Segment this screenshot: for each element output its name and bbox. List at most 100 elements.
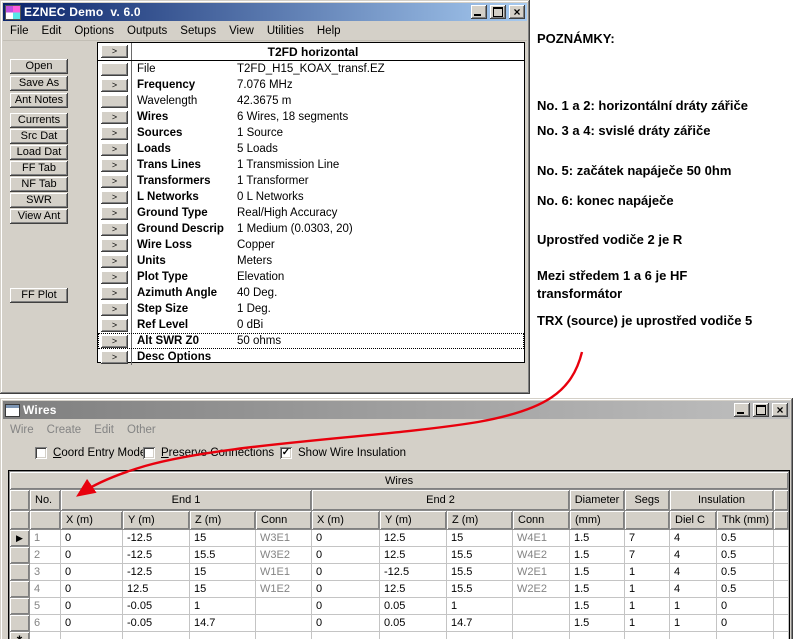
wires-menu-item-other[interactable]: Other (127, 424, 156, 436)
cell-diameter[interactable]: 1.5 (570, 598, 625, 615)
cell-end2-y[interactable]: -12.5 (380, 564, 447, 581)
cell-thk[interactable]: 0.5 (717, 547, 774, 564)
cell-end1-z[interactable]: 15 (190, 564, 256, 581)
wire-row-6[interactable]: 60-0.0514.700.0514.71.5110 (10, 615, 789, 632)
cell-segs[interactable]: 7 (625, 547, 670, 564)
wires-menu-item-wire[interactable]: Wire (10, 424, 34, 436)
cell-end2-x[interactable]: 0 (312, 530, 380, 547)
cell-segs[interactable]: 1 (625, 598, 670, 615)
expand-row-button[interactable]: > (101, 207, 128, 220)
cell-end2-conn[interactable]: W4E1 (513, 530, 570, 547)
header-expand-button[interactable]: > (101, 45, 128, 58)
cell-end1-y[interactable]: -12.5 (123, 530, 190, 547)
cell-diameter[interactable]: 1.5 (570, 530, 625, 547)
checkbox-coord-entry-mode[interactable]: Coord Entry Mode (35, 445, 146, 461)
row-selector[interactable] (10, 547, 30, 564)
wire-row-1[interactable]: ▶10-12.515W3E1012.515W4E11.5740.5 (10, 530, 789, 547)
cell-end2-x[interactable]: 0 (312, 598, 380, 615)
expand-row-button[interactable]: > (101, 303, 128, 316)
cell-end2-x[interactable]: 0 (312, 564, 380, 581)
cell-end2-z[interactable]: 15.5 (447, 547, 513, 564)
sidebar-button-ant-notes[interactable]: Ant Notes (10, 93, 68, 108)
cell-end1-y[interactable]: -0.05 (123, 615, 190, 632)
sidebar-button-open[interactable]: Open (10, 59, 68, 74)
cell-end1-y[interactable]: 12.5 (123, 581, 190, 598)
wire-row-5[interactable]: 50-0.05100.0511.5110 (10, 598, 789, 615)
cell-end1-conn[interactable]: W1E1 (256, 564, 312, 581)
row-selector[interactable] (10, 564, 30, 581)
cell-thk[interactable]: 0 (717, 598, 774, 615)
menu-item-file[interactable]: File (10, 25, 29, 37)
wires-menu-item-edit[interactable]: Edit (94, 424, 114, 436)
cell-end2-conn[interactable]: W4E2 (513, 547, 570, 564)
cell-end1-y[interactable]: -0.05 (123, 598, 190, 615)
cell-diameter[interactable]: 1.5 (570, 615, 625, 632)
menu-item-edit[interactable]: Edit (42, 25, 62, 37)
wires-close-button[interactable]: × (772, 403, 788, 417)
cell-diameter[interactable]: 1.5 (570, 581, 625, 598)
cell-segs[interactable]: 1 (625, 615, 670, 632)
close-button[interactable]: × (509, 5, 525, 19)
sidebar-button-swr[interactable]: SWR (10, 193, 68, 208)
cell-diel-c[interactable]: 4 (670, 564, 717, 581)
cell-end1-z[interactable]: 15 (190, 581, 256, 598)
cell-end2-z[interactable]: 15 (447, 530, 513, 547)
wire-row-4[interactable]: 4012.515W1E2012.515.5W2E21.5140.5 (10, 581, 789, 598)
row-selector[interactable] (10, 615, 30, 632)
menu-item-utilities[interactable]: Utilities (267, 25, 304, 37)
cell-thk[interactable]: 0 (717, 615, 774, 632)
wires-minimize-button[interactable] (734, 403, 750, 417)
cell-end1-z[interactable]: 15.5 (190, 547, 256, 564)
cell-diel-c[interactable]: 4 (670, 547, 717, 564)
new-row-selector[interactable]: * (10, 632, 30, 639)
cell-spare[interactable] (774, 615, 789, 632)
checkbox-show-wire-insulation[interactable]: ✓Show Wire Insulation (280, 445, 406, 461)
cell-end2-z[interactable]: 15.5 (447, 581, 513, 598)
expand-row-button[interactable] (101, 95, 128, 108)
cell-segs[interactable]: 7 (625, 530, 670, 547)
cell-end2-conn[interactable]: W2E2 (513, 581, 570, 598)
cell-end1-y[interactable]: -12.5 (123, 547, 190, 564)
wires-maximize-button[interactable] (753, 403, 769, 417)
menu-item-setups[interactable]: Setups (180, 25, 216, 37)
cell-diel-c[interactable]: 4 (670, 581, 717, 598)
cell-thk[interactable]: 0.5 (717, 530, 774, 547)
cell-end1-z[interactable]: 15 (190, 530, 256, 547)
cell-end1-y[interactable]: -12.5 (123, 564, 190, 581)
cell-end1-x[interactable]: 0 (61, 530, 123, 547)
cell-end1-x[interactable]: 0 (61, 564, 123, 581)
cell-end2-y[interactable]: 0.05 (380, 615, 447, 632)
expand-row-button[interactable]: > (101, 319, 128, 332)
cell-no[interactable]: 2 (30, 547, 61, 564)
cell-end1-conn[interactable] (256, 615, 312, 632)
wires-titlebar[interactable]: Wires × (3, 401, 790, 419)
sidebar-button-ff-tab[interactable]: FF Tab (10, 161, 68, 176)
cell-segs[interactable]: 1 (625, 564, 670, 581)
cell-no[interactable]: 6 (30, 615, 61, 632)
cell-no[interactable]: 5 (30, 598, 61, 615)
cell-spare[interactable] (774, 598, 789, 615)
cell-end2-x[interactable]: 0 (312, 581, 380, 598)
cell-no[interactable]: 4 (30, 581, 61, 598)
cell-spare[interactable] (774, 547, 789, 564)
cell-end1-conn[interactable]: W3E2 (256, 547, 312, 564)
menu-item-view[interactable]: View (229, 25, 254, 37)
cell-end2-y[interactable]: 12.5 (380, 547, 447, 564)
menu-item-help[interactable]: Help (317, 25, 341, 37)
minimize-button[interactable] (471, 5, 487, 19)
row-selector[interactable] (10, 581, 30, 598)
cell-end2-conn[interactable] (513, 615, 570, 632)
cell-end2-x[interactable]: 0 (312, 615, 380, 632)
sidebar-button-load-dat[interactable]: Load Dat (10, 145, 68, 160)
wires-menu-item-create[interactable]: Create (47, 424, 82, 436)
expand-row-button[interactable]: > (101, 127, 128, 140)
sidebar-button-view-ant[interactable]: View Ant (10, 209, 68, 224)
expand-row-button[interactable]: > (101, 79, 128, 92)
sidebar-button-currents[interactable]: Currents (10, 113, 68, 128)
sidebar-button-src-dat[interactable]: Src Dat (10, 129, 68, 144)
expand-row-button[interactable]: > (101, 111, 128, 124)
wire-row-3[interactable]: 30-12.515W1E10-12.515.5W2E11.5140.5 (10, 564, 789, 581)
wire-row-2[interactable]: 20-12.515.5W3E2012.515.5W4E21.5740.5 (10, 547, 789, 564)
cell-end1-x[interactable]: 0 (61, 615, 123, 632)
expand-row-button[interactable] (101, 63, 128, 76)
